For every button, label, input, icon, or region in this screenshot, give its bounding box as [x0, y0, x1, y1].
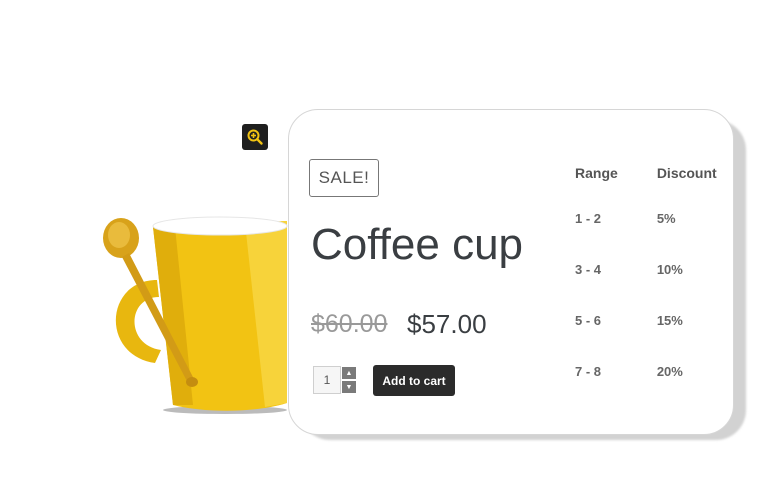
tier-discount: 5% [656, 211, 676, 226]
tier-discount: 20% [656, 364, 683, 379]
old-price: $60.00 [311, 310, 388, 338]
quantity-arrows: ▲ ▼ [341, 366, 357, 394]
tier-row: 1 - 2 5% [575, 193, 725, 244]
tier-range: 3 - 4 [575, 262, 602, 277]
tier-discount: 10% [656, 262, 683, 277]
product-card: SALE! Coffee cup $60.00 $57.00 1 ▲ ▼ Add… [288, 109, 734, 435]
tier-row: 3 - 4 10% [575, 244, 725, 295]
chevron-up-icon[interactable]: ▲ [341, 366, 357, 380]
range-header: Range [575, 165, 618, 181]
discount-header: Discount [656, 165, 717, 181]
chevron-down-icon[interactable]: ▼ [341, 380, 357, 394]
sale-price: $57.00 [407, 309, 487, 339]
tier-range: 5 - 6 [575, 313, 602, 328]
product-stage: SALE! Coffee cup $60.00 $57.00 1 ▲ ▼ Add… [0, 0, 776, 477]
zoom-in-icon[interactable] [242, 124, 268, 150]
tier-discount: 15% [656, 313, 683, 328]
magnifier-icon [247, 129, 263, 145]
tier-range: 7 - 8 [575, 364, 602, 379]
add-to-cart-button[interactable]: Add to cart [373, 365, 455, 396]
tier-row: 7 - 8 20% [575, 346, 725, 397]
coffee-mug-image [95, 205, 295, 420]
tier-range: 1 - 2 [575, 211, 602, 226]
tier-header-row: Range Discount [575, 158, 725, 188]
tier-row: 5 - 6 15% [575, 295, 725, 346]
quantity-stepper[interactable]: 1 ▲ ▼ [313, 366, 357, 396]
product-title: Coffee cup [311, 220, 524, 269]
discount-tier-table: Range Discount 1 - 2 5% 3 - 4 10% 5 - 6 … [575, 158, 725, 397]
sale-badge: SALE! [309, 159, 379, 197]
quantity-input[interactable]: 1 [313, 366, 341, 394]
